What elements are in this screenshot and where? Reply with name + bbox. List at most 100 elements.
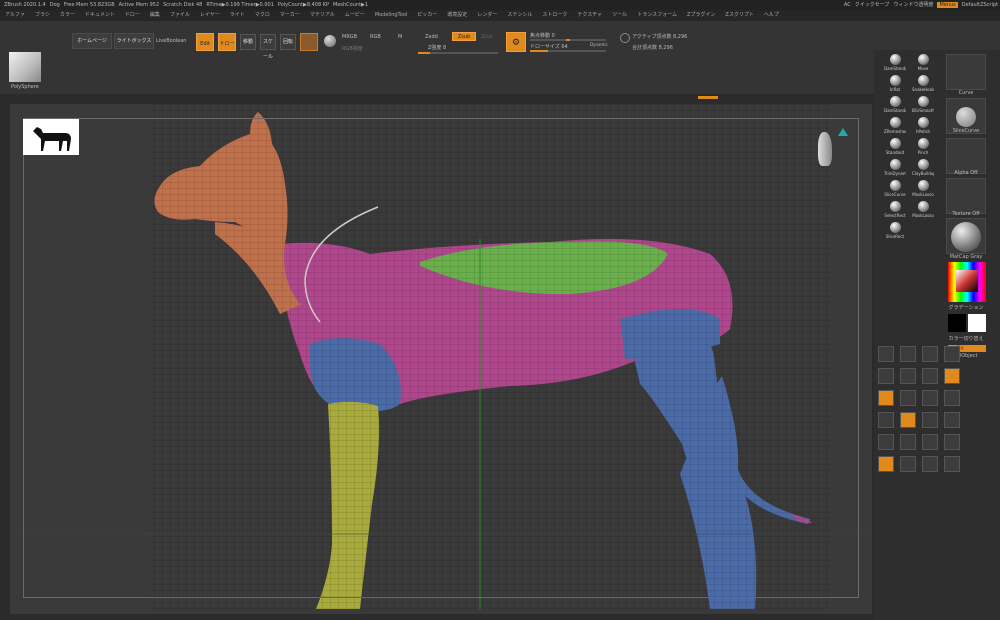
alpha-slot[interactable] [946,138,986,174]
move-button[interactable]: 移動 [240,34,256,50]
m-button[interactable]: M [398,34,402,40]
z-intensity-slider[interactable]: Z強度 8 [428,44,446,51]
mrgb-button[interactable]: MRGB [342,34,357,40]
menu-item[interactable]: ドロー [125,12,140,18]
brush-button[interactable]: Move [912,54,934,76]
rotate-button[interactable]: 回転 [280,34,296,50]
titlebar-right-item[interactable]: DefaultZScript [962,2,998,8]
brush-button[interactable]: hPolish [912,117,934,139]
brush-button[interactable]: DamStandard [884,96,906,118]
titlebar-right-item[interactable]: ウィンドウ透明度 [893,2,933,8]
menu-item[interactable]: ブラシ [35,12,50,18]
transform-tool-button[interactable] [878,368,894,384]
z-intensity-track[interactable] [418,52,498,54]
zcut-button[interactable]: Zcut [481,34,492,40]
menu-item[interactable]: レイヤー [200,12,220,18]
transform-tool-button[interactable] [944,346,960,362]
transform-tool-button[interactable] [922,412,938,428]
menu-item[interactable]: ライト [230,12,245,18]
transform-tool-button[interactable] [944,368,960,384]
transform-tool-button[interactable] [900,346,916,362]
menu-item[interactable]: ムービー [345,12,365,18]
menu-item[interactable]: マテリアル [310,12,335,18]
brush-button[interactable]: Pinch [912,138,934,160]
brush-button[interactable]: Inflat [884,75,906,97]
lightbox-button[interactable]: ライトボックス [114,33,154,49]
menu-item[interactable]: ピッカー [417,12,437,18]
draw-size-slider[interactable]: ドローサイズ 64 [530,43,568,50]
titlebar-right-item[interactable]: Menus [937,2,958,8]
menu-item[interactable]: マーカー [280,12,300,18]
navigation-gizmo[interactable] [818,128,848,172]
liveboolean-button[interactable]: LiveBoolean [156,38,186,44]
transform-tool-button[interactable] [900,390,916,406]
reference-image-thumbnail[interactable] [23,119,79,155]
brush-button[interactable]: ClayBuildup [912,159,934,181]
primary-color-swatch[interactable] [968,314,986,332]
transform-tool-button[interactable] [878,412,894,428]
dynamic-button[interactable]: Dynamic [590,42,608,47]
transform-tool-button[interactable] [900,456,916,472]
brush-button[interactable]: BGrSmooth [912,96,934,118]
material-slot[interactable] [946,218,986,254]
transform-tool-button[interactable] [900,434,916,450]
transform-tool-button[interactable] [878,434,894,450]
transform-tool-button[interactable] [944,390,960,406]
transform-tool-button[interactable] [944,456,960,472]
menu-item[interactable]: レンダー [477,12,497,18]
switch-color-label[interactable]: カラー切り替え [946,335,986,342]
transform-tool-button[interactable] [922,368,938,384]
transform-tool-button[interactable] [944,434,960,450]
transform-tool-button[interactable] [922,456,938,472]
transform-tool-button[interactable] [922,346,938,362]
menu-item[interactable]: ファイル [170,12,190,18]
menu-item[interactable]: 環境設定 [447,12,467,18]
transform-tool-button[interactable] [878,456,894,472]
focal-shift-slider[interactable]: 焦点移動 0 [530,32,555,39]
menu-item[interactable]: Zスクリプト [725,12,753,18]
menu-item[interactable]: トランスフォーム [637,12,677,18]
scale-button[interactable]: スケール [260,34,276,60]
brush-button[interactable]: SliceCurve [884,180,906,202]
focal-track[interactable] [530,39,606,41]
brush-button[interactable]: Standard [884,138,906,160]
menu-item[interactable]: ツール [612,12,627,18]
brush-button[interactable]: DamStandard [884,54,906,76]
brush-button[interactable]: TrimDynamic [884,159,906,181]
zadd-button[interactable]: Zadd [425,34,438,40]
brush-button[interactable]: ZRemesherGuide [884,117,906,139]
menu-item[interactable]: ヘルプ [764,12,779,18]
transform-tool-button[interactable] [922,390,938,406]
secondary-color-swatch[interactable] [948,314,966,332]
menu-item[interactable]: カラー [60,12,75,18]
transform-tool-button[interactable] [900,412,916,428]
menu-item[interactable]: アルファ [5,12,25,18]
brush-button[interactable]: MaskLasso [912,201,934,223]
brush-button[interactable]: SliceRect [884,222,906,244]
curve-brush-slot[interactable] [946,54,986,90]
color-picker[interactable] [948,262,986,302]
material-sphere-button[interactable] [300,33,318,51]
menu-item[interactable]: マクロ [255,12,270,18]
menu-item[interactable]: ドキュメント [85,12,115,18]
brush-button[interactable]: SelectRect [884,201,906,223]
tool-thumbnail[interactable] [9,52,41,82]
texture-slot[interactable] [946,178,986,214]
transform-tool-button[interactable] [922,434,938,450]
homepage-button[interactable]: ホームページ [72,33,112,49]
menu-item[interactable]: テクスチャ [577,12,602,18]
titlebar-right-item[interactable]: クイックセーブ [855,2,890,8]
menu-item[interactable]: ステンシル [507,12,532,18]
draw-size-track[interactable] [530,50,606,52]
edit-button[interactable]: Edit [196,33,214,51]
brush-button[interactable]: SnakeHook [912,75,934,97]
brush-button[interactable]: MaskLasso [912,180,934,202]
sculptris-pro-button[interactable]: ⚙ [506,32,526,52]
transform-tool-button[interactable] [878,390,894,406]
transform-tool-button[interactable] [878,346,894,362]
color-square[interactable] [956,270,978,292]
rgb-intensity-slider[interactable]: RGB強度 [342,45,363,52]
transform-tool-button[interactable] [944,412,960,428]
menu-item[interactable]: Zプラグイン [687,12,715,18]
draw-button[interactable]: ドロー [218,33,236,51]
